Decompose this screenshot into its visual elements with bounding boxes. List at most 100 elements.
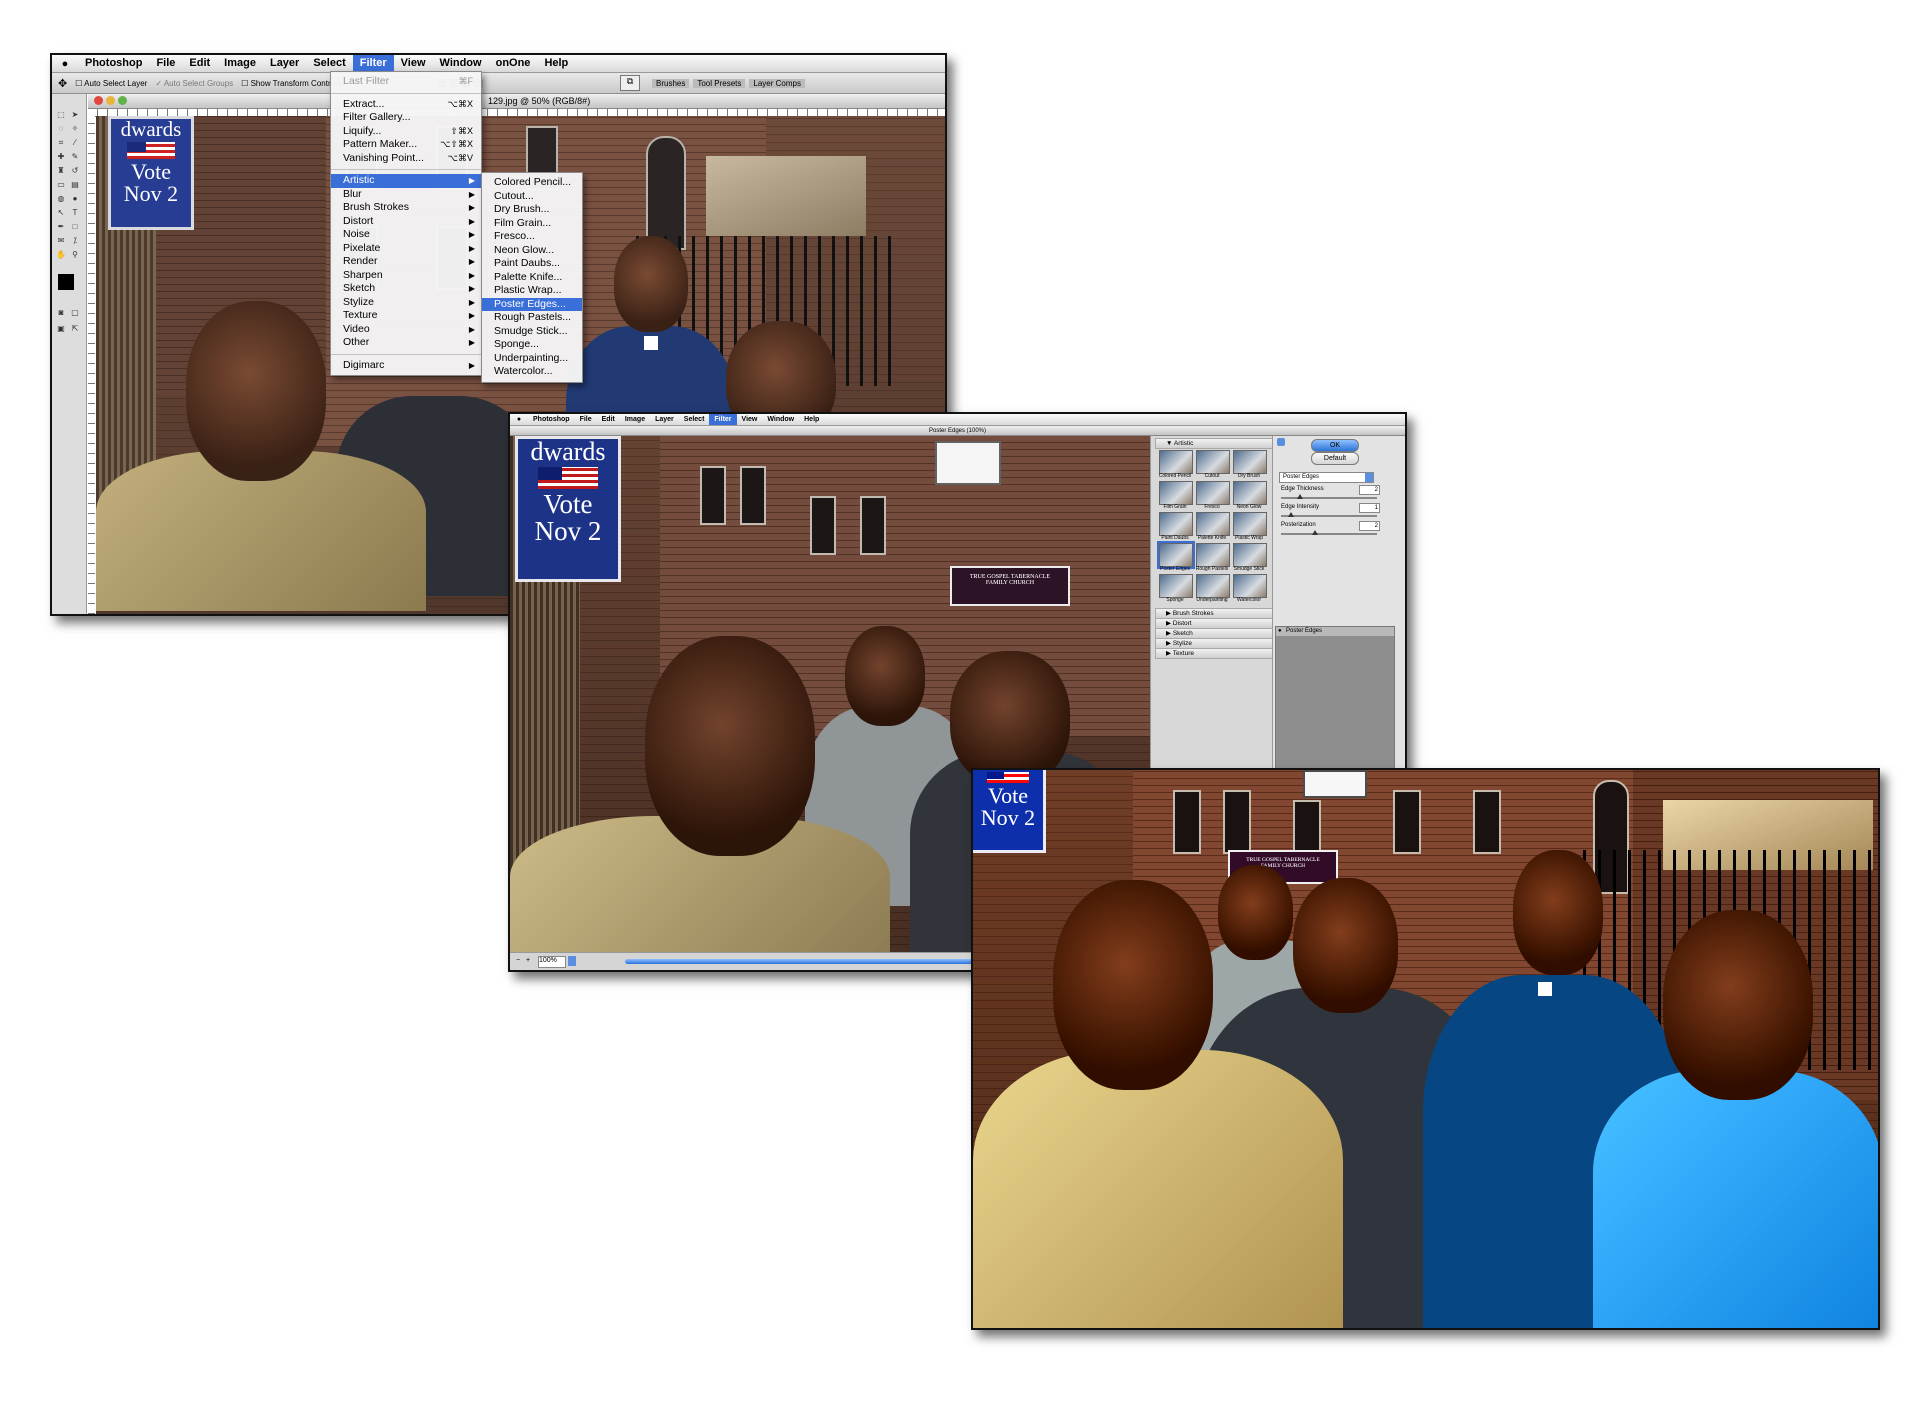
- type-tool-icon[interactable]: T: [70, 208, 80, 218]
- menu-item-sketch[interactable]: Sketch ▶: [331, 282, 481, 296]
- quick-mask-icon[interactable]: ◙: [56, 308, 66, 318]
- menu-item-sponge[interactable]: Sponge...: [482, 338, 582, 352]
- foreground-color-swatch[interactable]: [58, 274, 74, 290]
- menu-item-vanishing-point[interactable]: Vanishing Point... ⌥⌘V: [331, 152, 481, 166]
- eyedropper-icon[interactable]: ⁒: [70, 236, 80, 246]
- menu-item-poster-edges[interactable]: Poster Edges...: [482, 297, 582, 311]
- menu-item-distort[interactable]: Distort ▶: [331, 215, 481, 229]
- menu-filter[interactable]: Filter: [709, 414, 737, 425]
- posterization-field[interactable]: 2: [1359, 521, 1380, 531]
- zoom-dropdown-icon[interactable]: [568, 956, 576, 966]
- collapse-panel-icon[interactable]: [1277, 438, 1285, 446]
- tab-layer-comps[interactable]: Layer Comps: [749, 78, 805, 88]
- menu-item-liquify[interactable]: Liquify... ⇧⌘X: [331, 125, 481, 139]
- thumb-smudge-stick[interactable]: [1233, 543, 1267, 567]
- menu-photoshop[interactable]: Photoshop: [78, 55, 149, 72]
- tab-brushes[interactable]: Brushes: [652, 78, 690, 88]
- posterization-slider[interactable]: [1281, 533, 1377, 535]
- category-artistic[interactable]: ▼ Artistic: [1155, 438, 1275, 449]
- menu-item-dry-brush[interactable]: Dry Brush...: [482, 203, 582, 217]
- window-buttons[interactable]: [94, 95, 130, 107]
- thumb-colored-pencil[interactable]: [1159, 450, 1193, 474]
- eye-icon[interactable]: ●: [1278, 627, 1282, 636]
- menu-item-palette-knife[interactable]: Palette Knife...: [482, 271, 582, 285]
- menu-item-brush-strokes[interactable]: Brush Strokes ▶: [331, 201, 481, 215]
- menu-edit[interactable]: Edit: [597, 414, 620, 425]
- default-button[interactable]: Default: [1311, 452, 1359, 465]
- thumb-underpainting[interactable]: [1196, 574, 1230, 598]
- tab-tool-presets[interactable]: Tool Presets: [693, 78, 746, 88]
- zoom-icon[interactable]: [118, 95, 127, 105]
- menu-item-filter-gallery[interactable]: Filter Gallery...: [331, 111, 481, 125]
- posterization-thumb[interactable]: [1311, 530, 1318, 535]
- menu-item-stylize[interactable]: Stylize ▶: [331, 296, 481, 310]
- menu-item-digimarc[interactable]: Digimarc ▶: [331, 359, 481, 373]
- menu-item-pixelate[interactable]: Pixelate ▶: [331, 242, 481, 256]
- thumb-palette-knife[interactable]: [1196, 512, 1230, 536]
- edge-intensity-field[interactable]: 1: [1359, 503, 1380, 513]
- slice-tool-icon[interactable]: ⁄: [70, 138, 80, 148]
- thumb-neon-glow[interactable]: [1233, 481, 1267, 505]
- menu-item-smudge-stick[interactable]: Smudge Stick...: [482, 325, 582, 339]
- thumb-poster-edges[interactable]: [1157, 541, 1195, 569]
- menu-onone[interactable]: onOne: [489, 55, 538, 72]
- lasso-tool-icon[interactable]: ◌: [56, 124, 66, 134]
- edge-thickness-field[interactable]: 2: [1359, 485, 1380, 495]
- edge-thickness-slider[interactable]: [1281, 497, 1377, 499]
- stamp-tool-icon[interactable]: ♜: [56, 166, 66, 176]
- jump-to-icon[interactable]: ⇱: [70, 324, 80, 334]
- menu-item-extract[interactable]: Extract... ⌥⌘X: [331, 98, 481, 112]
- menu-window[interactable]: Window: [433, 55, 489, 72]
- notes-tool-icon[interactable]: ✉: [56, 236, 66, 246]
- edge-thickness-thumb[interactable]: [1297, 494, 1304, 499]
- zoom-minus-button[interactable]: −: [516, 957, 520, 964]
- thumb-rough-pastels[interactable]: [1196, 543, 1230, 567]
- menu-item-colored-pencil[interactable]: Colored Pencil...: [482, 176, 582, 190]
- menu-item-fresco[interactable]: Fresco...: [482, 230, 582, 244]
- menu-item-texture[interactable]: Texture ▶: [331, 309, 481, 323]
- screen-mode-icon[interactable]: ▣: [56, 324, 66, 334]
- menu-item-rough-pastels[interactable]: Rough Pastels...: [482, 311, 582, 325]
- menu-image[interactable]: Image: [620, 414, 650, 425]
- menu-help[interactable]: Help: [799, 414, 824, 425]
- magic-wand-icon[interactable]: ✧: [70, 124, 80, 134]
- menu-item-pattern-maker[interactable]: Pattern Maker... ⌥⇧⌘X: [331, 138, 481, 152]
- heal-tool-icon[interactable]: ✚: [56, 152, 66, 162]
- menu-item-cutout[interactable]: Cutout...: [482, 190, 582, 204]
- filter-select[interactable]: Poster Edges: [1279, 472, 1374, 483]
- palette-well-icon[interactable]: ⧉: [620, 75, 640, 91]
- menu-item-watercolor[interactable]: Watercolor...: [482, 365, 582, 379]
- eraser-tool-icon[interactable]: ▭: [56, 180, 66, 190]
- standard-mode-icon[interactable]: ▢: [70, 308, 80, 318]
- thumb-cutout[interactable]: [1196, 450, 1230, 474]
- menu-item-film-grain[interactable]: Film Grain...: [482, 217, 582, 231]
- menu-item-artistic[interactable]: Artistic ▶: [331, 174, 481, 188]
- history-brush-icon[interactable]: ↺: [70, 166, 80, 176]
- menu-view[interactable]: View: [394, 55, 433, 72]
- menu-select[interactable]: Select: [679, 414, 710, 425]
- shape-tool-icon[interactable]: □: [70, 222, 80, 232]
- menu-layer[interactable]: Layer: [650, 414, 679, 425]
- pen-tool-icon[interactable]: ✒: [56, 222, 66, 232]
- move-tool-icon[interactable]: ✥: [58, 77, 67, 90]
- menu-view[interactable]: View: [737, 414, 763, 425]
- move-tool-icon-2[interactable]: ➤: [70, 110, 80, 120]
- menu-layer[interactable]: Layer: [263, 55, 306, 72]
- auto-select-layer-checkbox[interactable]: ☐ Auto Select Layer: [75, 79, 147, 88]
- menu-item-video[interactable]: Video ▶: [331, 323, 481, 337]
- zoom-tool-icon[interactable]: ⚲: [70, 250, 80, 260]
- menu-item-neon-glow[interactable]: Neon Glow...: [482, 244, 582, 258]
- thumb-film-grain[interactable]: [1159, 481, 1193, 505]
- menu-file[interactable]: File: [149, 55, 182, 72]
- close-icon[interactable]: [94, 95, 103, 105]
- menu-window[interactable]: Window: [762, 414, 799, 425]
- thumb-sponge[interactable]: [1159, 574, 1193, 598]
- hand-tool-icon[interactable]: ✋: [56, 250, 66, 260]
- effect-layer-row[interactable]: ● Poster Edges: [1276, 627, 1394, 636]
- menu-edit[interactable]: Edit: [182, 55, 217, 72]
- menu-item-paint-daubs[interactable]: Paint Daubs...: [482, 257, 582, 271]
- ok-button[interactable]: OK: [1311, 439, 1359, 452]
- menu-help[interactable]: Help: [537, 55, 575, 72]
- menu-item-sharpen[interactable]: Sharpen ▶: [331, 269, 481, 283]
- brush-tool-icon[interactable]: ✎: [70, 152, 80, 162]
